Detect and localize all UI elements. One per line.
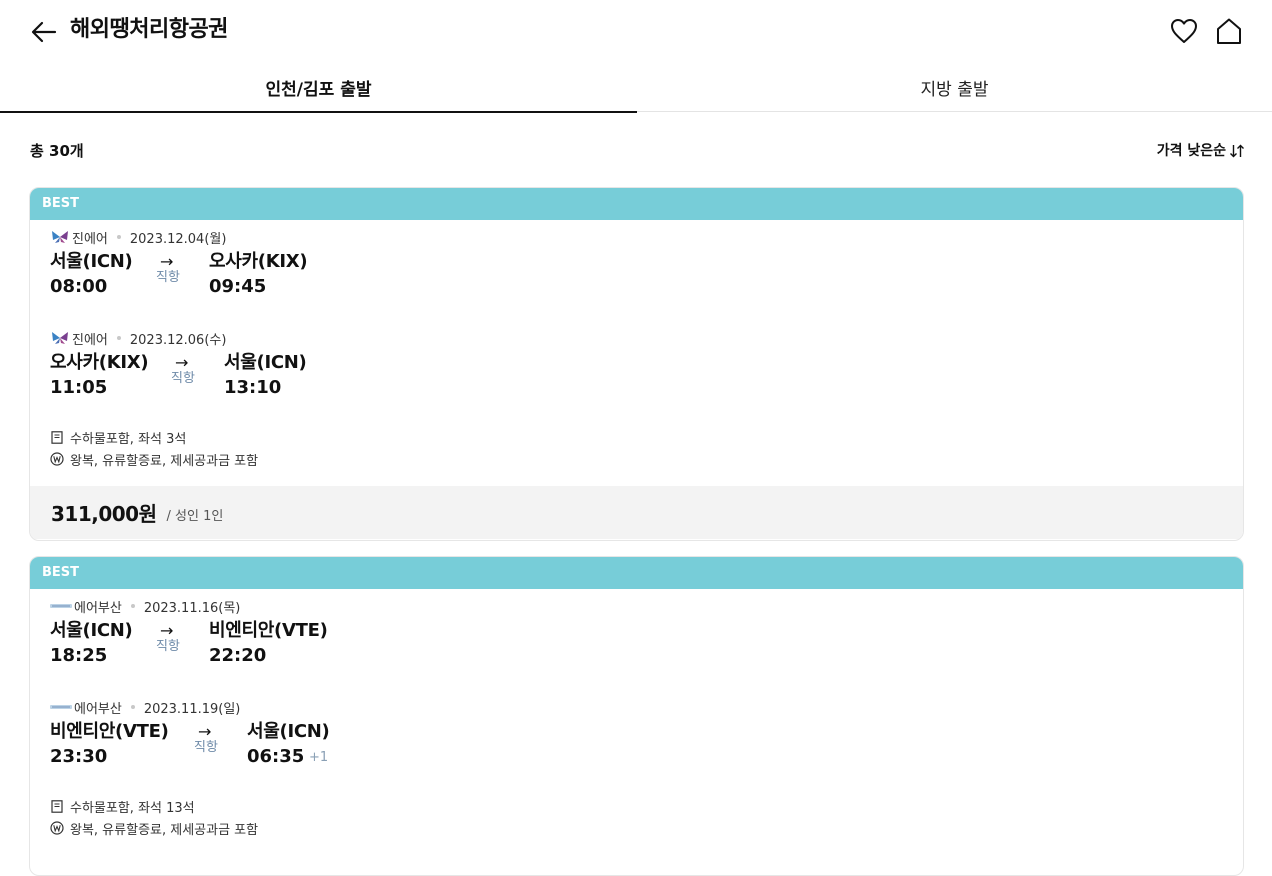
flight-date: 2023.12.04(월) [129, 231, 227, 247]
leg-meta: 에어부산 2023.11.16(목) [50, 597, 241, 616]
return-leg: 에어부산 2023.11.19(일) 비엔티안(VTE) 23:30 → 직항 … [30, 690, 1243, 791]
departure-city: 비엔티안(VTE) [50, 721, 169, 742]
page-title: 해외땡처리항공권 [70, 17, 228, 42]
departure-time: 11:05 [50, 377, 108, 398]
route-type: 직항 [171, 371, 195, 386]
won-coin-icon [50, 452, 64, 466]
arrival-city: 비엔티안(VTE) [209, 620, 328, 641]
flight-date: 2023.11.19(일) [143, 701, 241, 717]
back-button[interactable] [28, 16, 60, 48]
price: 311,000원 [51, 502, 157, 526]
jinair-logo-icon [50, 331, 70, 345]
airline-name: 진에어 [72, 332, 108, 348]
route-arrow-icon: → [198, 722, 212, 741]
price-bar: 311,000원 / 성인 1인 [30, 486, 1243, 539]
departure-city: 서울(ICN) [50, 251, 133, 272]
leg-meta: 진에어 2023.12.04(월) [50, 228, 227, 247]
fare-inclusion-info: 왕복, 유류할증료, 제세공과금 포함 [50, 819, 259, 838]
baggage-info: 수하물포함, 좌석 13석 [50, 797, 195, 816]
arrow-left-icon [31, 21, 57, 43]
sort-arrows-icon [1230, 144, 1244, 158]
next-day-indicator: +1 [309, 750, 329, 765]
result-summary: 총 30개 가격 낮은순 [30, 138, 1245, 164]
separator-dot [116, 336, 121, 340]
airline-name: 진에어 [72, 231, 108, 247]
document-icon [50, 799, 64, 813]
price-unit: / 성인 1인 [166, 508, 224, 524]
outbound-leg: 진에어 2023.12.04(월) 서울(ICN) 08:00 → 직항 오사카… [30, 220, 1243, 321]
flight-date: 2023.11.16(목) [143, 600, 241, 616]
separator-dot [130, 604, 135, 608]
baggage-text: 수하물포함, 좌석 3석 [70, 431, 187, 447]
tab-incheon-gimpo[interactable]: 인천/김포 출발 [0, 62, 637, 113]
route-type: 직항 [194, 740, 218, 755]
flight-result-card[interactable]: BEST 에어부산 2023.11.16(목) 서울(ICN) 18:25 → … [29, 556, 1244, 876]
separator-dot [116, 235, 121, 239]
departure-tabs: 인천/김포 출발 지방 출발 [0, 62, 1272, 113]
arrival-time: 09:45 [209, 276, 267, 297]
outbound-leg: 에어부산 2023.11.16(목) 서울(ICN) 18:25 → 직항 비엔… [30, 589, 1243, 690]
won-coin-icon [50, 821, 64, 835]
baggage-text: 수하물포함, 좌석 13석 [70, 800, 195, 816]
jinair-logo-icon [50, 230, 70, 244]
departure-time: 08:00 [50, 276, 108, 297]
departure-city: 오사카(KIX) [50, 352, 149, 373]
departure-time: 23:30 [50, 746, 108, 767]
fare-inclusion-info: 왕복, 유류할증료, 제세공과금 포함 [50, 450, 259, 469]
result-count: 총 30개 [30, 142, 84, 160]
fare-info: 수하물포함, 좌석 3석 왕복, 유류할증료, 제세공과금 포함 [30, 422, 1243, 486]
leg-meta: 진에어 2023.12.06(수) [50, 329, 227, 348]
separator-dot [130, 705, 135, 709]
airbusan-logo-icon [50, 700, 72, 714]
arrival-city: 서울(ICN) [247, 721, 330, 742]
arrival-time: 06:35 [247, 746, 305, 767]
baggage-info: 수하물포함, 좌석 3석 [50, 428, 187, 447]
heart-icon [1171, 19, 1197, 43]
airbusan-logo-icon [50, 599, 72, 613]
route-type: 직항 [156, 270, 180, 285]
best-badge: BEST [30, 188, 1243, 220]
arrival-city: 서울(ICN) [224, 352, 307, 373]
tab-regional[interactable]: 지방 출발 [637, 62, 1272, 112]
departure-city: 서울(ICN) [50, 620, 133, 641]
arrival-city: 오사카(KIX) [209, 251, 308, 272]
leg-meta: 에어부산 2023.11.19(일) [50, 698, 241, 717]
favorite-button[interactable] [1167, 14, 1201, 48]
route-arrow-icon: → [175, 353, 189, 372]
route-arrow-icon: → [160, 252, 174, 271]
best-badge: BEST [30, 557, 1243, 589]
fare-inclusion-text: 왕복, 유류할증료, 제세공과금 포함 [70, 453, 259, 469]
route-type: 직항 [156, 639, 180, 654]
fare-info: 수하물포함, 좌석 13석 왕복, 유류할증료, 제세공과금 포함 [30, 791, 1243, 855]
return-leg: 진에어 2023.12.06(수) 오사카(KIX) 11:05 → 직항 서울… [30, 321, 1243, 422]
document-icon [50, 430, 64, 444]
sort-button[interactable]: 가격 낮은순 [1157, 138, 1245, 164]
airline-name: 에어부산 [74, 600, 122, 616]
route-arrow-icon: → [160, 621, 174, 640]
app-header: 해외땡처리항공권 [0, 0, 1272, 62]
sort-label: 가격 낮은순 [1156, 143, 1226, 159]
departure-time: 18:25 [50, 645, 108, 666]
airline-name: 에어부산 [74, 701, 122, 717]
arrival-time: 13:10 [224, 377, 282, 398]
flight-result-card[interactable]: BEST 진에어 2023.12.04(월) 서울(ICN) 08:00 → 직… [29, 187, 1244, 541]
home-button[interactable] [1211, 13, 1247, 49]
flight-date: 2023.12.06(수) [129, 332, 227, 348]
fare-inclusion-text: 왕복, 유류할증료, 제세공과금 포함 [70, 822, 259, 838]
arrival-time: 22:20 [209, 645, 267, 666]
home-icon [1217, 18, 1241, 44]
